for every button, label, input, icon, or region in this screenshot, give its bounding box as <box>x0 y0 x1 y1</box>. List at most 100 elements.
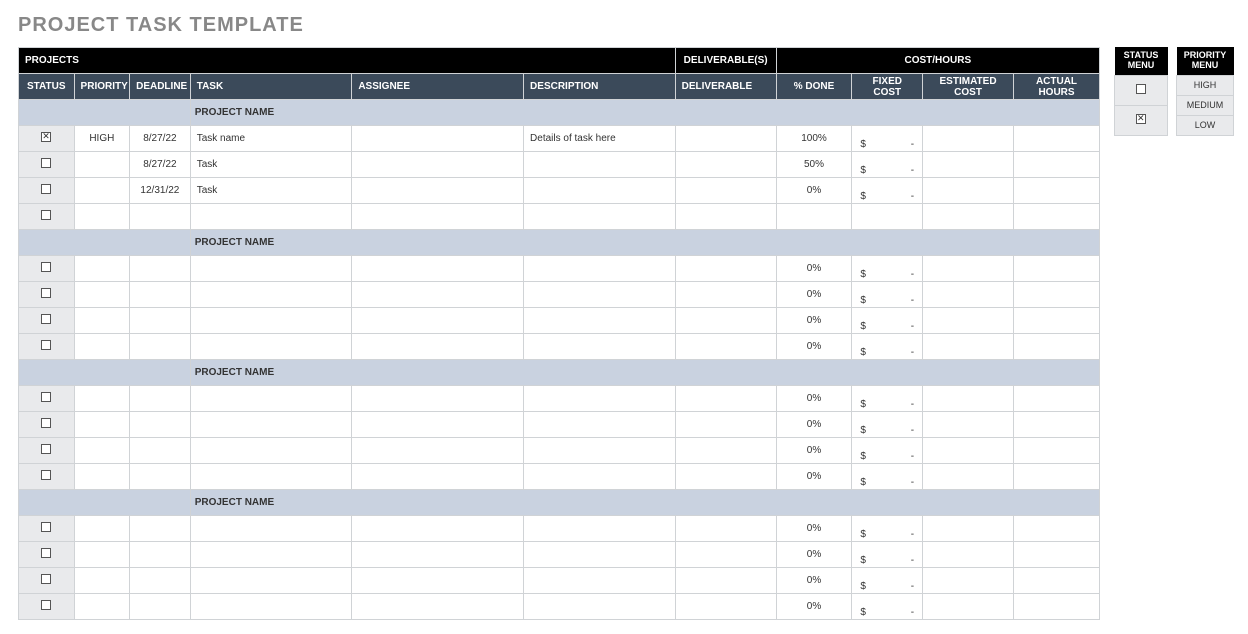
cell-estimated-cost[interactable] <box>923 126 1014 152</box>
cell-status[interactable] <box>19 256 75 282</box>
cell-deliverable[interactable] <box>675 542 776 568</box>
cell-description[interactable] <box>524 178 676 204</box>
status-checkbox-icon[interactable] <box>41 392 51 402</box>
cell-task[interactable] <box>190 308 352 334</box>
cell-task[interactable]: Task <box>190 152 352 178</box>
cell-pct-done[interactable]: 0% <box>776 464 852 490</box>
cell-fixed-cost[interactable]: $- <box>852 152 923 178</box>
cell-description[interactable] <box>524 308 676 334</box>
cell-deadline[interactable] <box>130 386 191 412</box>
cell-assignee[interactable] <box>352 542 524 568</box>
cell-actual-hours[interactable] <box>1014 204 1100 230</box>
cell-status[interactable] <box>19 126 75 152</box>
cell-description[interactable] <box>524 204 676 230</box>
cell-estimated-cost[interactable] <box>923 334 1014 360</box>
cell-status[interactable] <box>19 464 75 490</box>
cell-status[interactable] <box>19 438 75 464</box>
cell-assignee[interactable] <box>352 256 524 282</box>
cell-fixed-cost[interactable]: $- <box>852 594 923 620</box>
cell-deadline[interactable] <box>130 282 191 308</box>
status-menu-option[interactable] <box>1115 105 1168 135</box>
cell-assignee[interactable] <box>352 594 524 620</box>
cell-fixed-cost[interactable]: $- <box>852 516 923 542</box>
cell-fixed-cost[interactable]: $- <box>852 178 923 204</box>
status-checkbox-icon[interactable] <box>41 444 51 454</box>
cell-task[interactable] <box>190 256 352 282</box>
cell-actual-hours[interactable] <box>1014 516 1100 542</box>
cell-description[interactable] <box>524 568 676 594</box>
cell-description[interactable] <box>524 152 676 178</box>
cell-actual-hours[interactable] <box>1014 126 1100 152</box>
status-checkbox-icon[interactable] <box>41 288 51 298</box>
cell-estimated-cost[interactable] <box>923 464 1014 490</box>
cell-status[interactable] <box>19 334 75 360</box>
cell-task[interactable] <box>190 334 352 360</box>
cell-task[interactable] <box>190 386 352 412</box>
cell-priority[interactable] <box>74 204 130 230</box>
cell-task[interactable] <box>190 568 352 594</box>
cell-pct-done[interactable]: 0% <box>776 412 852 438</box>
cell-description[interactable] <box>524 438 676 464</box>
cell-assignee[interactable] <box>352 178 524 204</box>
cell-deadline[interactable] <box>130 256 191 282</box>
cell-actual-hours[interactable] <box>1014 386 1100 412</box>
cell-assignee[interactable] <box>352 334 524 360</box>
cell-deliverable[interactable] <box>675 464 776 490</box>
cell-task[interactable] <box>190 438 352 464</box>
cell-actual-hours[interactable] <box>1014 282 1100 308</box>
cell-task[interactable] <box>190 204 352 230</box>
cell-fixed-cost[interactable] <box>852 204 923 230</box>
cell-status[interactable] <box>19 542 75 568</box>
cell-deliverable[interactable] <box>675 412 776 438</box>
cell-deliverable[interactable] <box>675 438 776 464</box>
cell-fixed-cost[interactable]: $- <box>852 308 923 334</box>
cell-actual-hours[interactable] <box>1014 464 1100 490</box>
cell-priority[interactable] <box>74 594 130 620</box>
cell-actual-hours[interactable] <box>1014 308 1100 334</box>
cell-status[interactable] <box>19 204 75 230</box>
cell-deadline[interactable] <box>130 568 191 594</box>
cell-deliverable[interactable] <box>675 178 776 204</box>
cell-actual-hours[interactable] <box>1014 438 1100 464</box>
cell-estimated-cost[interactable] <box>923 412 1014 438</box>
cell-actual-hours[interactable] <box>1014 178 1100 204</box>
cell-fixed-cost[interactable]: $- <box>852 334 923 360</box>
cell-fixed-cost[interactable]: $- <box>852 542 923 568</box>
status-checkbox-icon[interactable] <box>41 470 51 480</box>
cell-estimated-cost[interactable] <box>923 152 1014 178</box>
status-menu-option[interactable] <box>1115 75 1168 105</box>
cell-deadline[interactable]: 8/27/22 <box>130 126 191 152</box>
cell-task[interactable]: Task name <box>190 126 352 152</box>
cell-pct-done[interactable]: 0% <box>776 438 852 464</box>
cell-pct-done[interactable]: 100% <box>776 126 852 152</box>
cell-estimated-cost[interactable] <box>923 282 1014 308</box>
cell-deadline[interactable] <box>130 438 191 464</box>
cell-assignee[interactable] <box>352 412 524 438</box>
cell-assignee[interactable] <box>352 282 524 308</box>
cell-fixed-cost[interactable]: $- <box>852 464 923 490</box>
cell-actual-hours[interactable] <box>1014 594 1100 620</box>
cell-assignee[interactable] <box>352 386 524 412</box>
cell-task[interactable]: Task <box>190 178 352 204</box>
cell-deadline[interactable] <box>130 594 191 620</box>
cell-priority[interactable]: HIGH <box>74 126 130 152</box>
status-checkbox-icon[interactable] <box>41 548 51 558</box>
cell-estimated-cost[interactable] <box>923 594 1014 620</box>
priority-menu-option[interactable]: MEDIUM <box>1177 95 1234 115</box>
cell-priority[interactable] <box>74 282 130 308</box>
cell-deadline[interactable] <box>130 542 191 568</box>
cell-description[interactable] <box>524 386 676 412</box>
cell-status[interactable] <box>19 282 75 308</box>
cell-pct-done[interactable]: 0% <box>776 308 852 334</box>
cell-assignee[interactable] <box>352 568 524 594</box>
cell-priority[interactable] <box>74 542 130 568</box>
cell-deadline[interactable]: 8/27/22 <box>130 152 191 178</box>
cell-estimated-cost[interactable] <box>923 516 1014 542</box>
cell-assignee[interactable] <box>352 126 524 152</box>
cell-pct-done[interactable]: 0% <box>776 282 852 308</box>
cell-deliverable[interactable] <box>675 568 776 594</box>
cell-estimated-cost[interactable] <box>923 308 1014 334</box>
section-name[interactable]: PROJECT NAME <box>190 490 1099 516</box>
cell-priority[interactable] <box>74 412 130 438</box>
cell-status[interactable] <box>19 568 75 594</box>
